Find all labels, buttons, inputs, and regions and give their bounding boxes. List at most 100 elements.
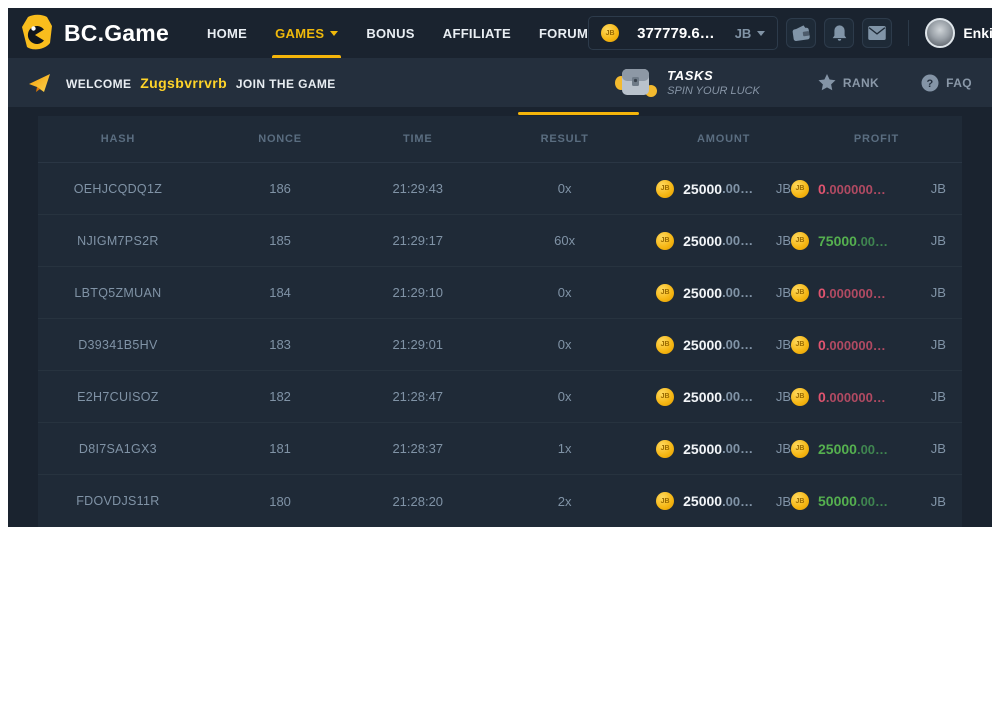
amount-currency: JB xyxy=(776,181,791,196)
wallet-button[interactable] xyxy=(786,18,816,48)
divider xyxy=(908,20,909,46)
coin-icon: JB xyxy=(656,336,674,354)
rank-link[interactable]: RANK xyxy=(818,74,879,91)
cell-profit: JB 0 .000000… JB xyxy=(791,388,962,406)
balance-selector[interactable]: JB 377779.6… JB xyxy=(588,16,778,50)
faq-link[interactable]: ? FAQ xyxy=(921,74,972,92)
cell-result: 0x xyxy=(473,337,656,352)
table-row[interactable]: NJIGM7PS2R 185 21:29:17 60x JB 25000 .00… xyxy=(38,215,962,267)
profit-currency: JB xyxy=(931,494,946,509)
cell-time: 21:29:01 xyxy=(362,337,473,352)
avatar xyxy=(925,18,955,48)
bell-icon xyxy=(831,24,848,43)
amount-currency: JB xyxy=(776,494,791,509)
coin-icon: JB xyxy=(791,492,809,510)
profit-value: 0 .000000… xyxy=(818,181,886,197)
nav-item-affiliate[interactable]: AFFILIATE xyxy=(443,8,511,58)
bcgame-logo-icon xyxy=(20,14,54,52)
cell-nonce: 185 xyxy=(198,233,362,248)
cell-result: 0x xyxy=(473,181,656,196)
nav-item-bonus[interactable]: BONUS xyxy=(366,8,414,58)
cell-time: 21:29:17 xyxy=(362,233,473,248)
main-nav: HOME GAMES BONUS AFFILIATE FORUM xyxy=(207,8,588,58)
coin-icon: JB xyxy=(791,388,809,406)
coin-icon: JB xyxy=(791,180,809,198)
cell-profit: JB 75000 .00… JB xyxy=(791,232,962,250)
col-profit: PROFIT xyxy=(791,133,962,145)
profit-currency: JB xyxy=(931,389,946,404)
col-time: TIME xyxy=(362,133,473,145)
cell-profit: JB 50000 .00… JB xyxy=(791,492,962,510)
table-row[interactable]: LBTQ5ZMUAN 184 21:29:10 0x JB 25000 .00…… xyxy=(38,267,962,319)
page-root: BC.Game HOME GAMES BONUS AFFILIATE FORUM… xyxy=(8,8,992,527)
coin-icon: JB xyxy=(656,180,674,198)
cell-nonce: 186 xyxy=(198,181,362,196)
coin-icon: JB xyxy=(656,232,674,250)
cell-hash: D39341B5HV xyxy=(38,338,198,352)
balance-currency: JB xyxy=(735,26,752,41)
megaphone-icon xyxy=(28,72,52,94)
navbar-right-group: JB 377779.6… JB xyxy=(588,16,1000,50)
table-row[interactable]: E2H7CUISOZ 182 21:28:47 0x JB 25000 .00…… xyxy=(38,371,962,423)
nav-item-home[interactable]: HOME xyxy=(207,8,247,58)
amount-value: 25000 xyxy=(683,337,722,353)
cell-amount: JB 25000 .00… JB xyxy=(656,232,791,250)
tasks-widget[interactable]: TASKS SPIN YOUR LUCK xyxy=(615,66,760,100)
welcome-username: Zugsbvrrvrb xyxy=(140,75,227,91)
chevron-down-icon xyxy=(330,31,338,36)
amount-currency: JB xyxy=(776,233,791,248)
coin-icon: JB xyxy=(656,440,674,458)
nav-item-forum[interactable]: FORUM xyxy=(539,8,588,58)
amount-value: 25000 xyxy=(683,181,722,197)
messages-button[interactable] xyxy=(862,18,892,48)
profit-value: 0 .000000… xyxy=(818,337,886,353)
notifications-button[interactable] xyxy=(824,18,854,48)
cell-hash: FDOVDJS11R xyxy=(38,494,198,508)
cell-result: 1x xyxy=(473,441,656,456)
wallet-icon xyxy=(790,23,812,44)
coin-icon: JB xyxy=(791,232,809,250)
cell-amount: JB 25000 .00… JB xyxy=(656,180,791,198)
cell-time: 21:28:37 xyxy=(362,441,473,456)
user-menu[interactable]: Enkidua xyxy=(925,18,1000,48)
nav-item-games[interactable]: GAMES xyxy=(275,8,338,58)
tasks-subtitle: SPIN YOUR LUCK xyxy=(667,85,760,97)
cell-amount: JB 25000 .00… JB xyxy=(656,336,791,354)
table-row[interactable]: D39341B5HV 183 21:29:01 0x JB 25000 .00…… xyxy=(38,319,962,371)
rank-label: RANK xyxy=(843,76,879,90)
profit-value: 0 .000000… xyxy=(818,389,886,405)
bets-section: HASH NONCE TIME RESULT AMOUNT PROFIT OEH… xyxy=(8,107,992,527)
table-row[interactable]: FDOVDJS11R 180 21:28:20 2x JB 25000 .00…… xyxy=(38,475,962,527)
coin-icon: JB xyxy=(656,388,674,406)
cell-time: 21:29:43 xyxy=(362,181,473,196)
cell-amount: JB 25000 .00… JB xyxy=(656,440,791,458)
profit-currency: JB xyxy=(931,285,946,300)
profit-value: 0 .000000… xyxy=(818,285,886,301)
cell-amount: JB 25000 .00… JB xyxy=(656,284,791,302)
cell-hash: OEHJCQDQ1Z xyxy=(38,182,198,196)
cell-hash: NJIGM7PS2R xyxy=(38,234,198,248)
brand-logo[interactable]: BC.Game xyxy=(20,14,169,52)
cell-result: 0x xyxy=(473,285,656,300)
table-header: HASH NONCE TIME RESULT AMOUNT PROFIT xyxy=(38,116,962,163)
mail-icon xyxy=(868,26,886,40)
table-row[interactable]: D8I7SA1GX3 181 21:28:37 1x JB 25000 .00…… xyxy=(38,423,962,475)
amount-currency: JB xyxy=(776,285,791,300)
chevron-down-icon xyxy=(757,31,765,36)
table-body: OEHJCQDQ1Z 186 21:29:43 0x JB 25000 .00…… xyxy=(38,163,962,527)
brand-name: BC.Game xyxy=(64,20,169,47)
cell-result: 60x xyxy=(473,233,656,248)
amount-value: 25000 xyxy=(683,233,722,249)
cell-amount: JB 25000 .00… JB xyxy=(656,388,791,406)
amount-value: 25000 xyxy=(683,493,722,509)
profit-currency: JB xyxy=(931,441,946,456)
col-nonce: NONCE xyxy=(198,133,362,145)
cell-nonce: 183 xyxy=(198,337,362,352)
cell-profit: JB 25000 .00… JB xyxy=(791,440,962,458)
cell-profit: JB 0 .000000… JB xyxy=(791,284,962,302)
table-row[interactable]: OEHJCQDQ1Z 186 21:29:43 0x JB 25000 .00…… xyxy=(38,163,962,215)
coin-icon: JB xyxy=(656,284,674,302)
user-name: Enkidua xyxy=(963,25,1000,41)
amount-currency: JB xyxy=(776,389,791,404)
bets-table: HASH NONCE TIME RESULT AMOUNT PROFIT OEH… xyxy=(38,116,962,527)
